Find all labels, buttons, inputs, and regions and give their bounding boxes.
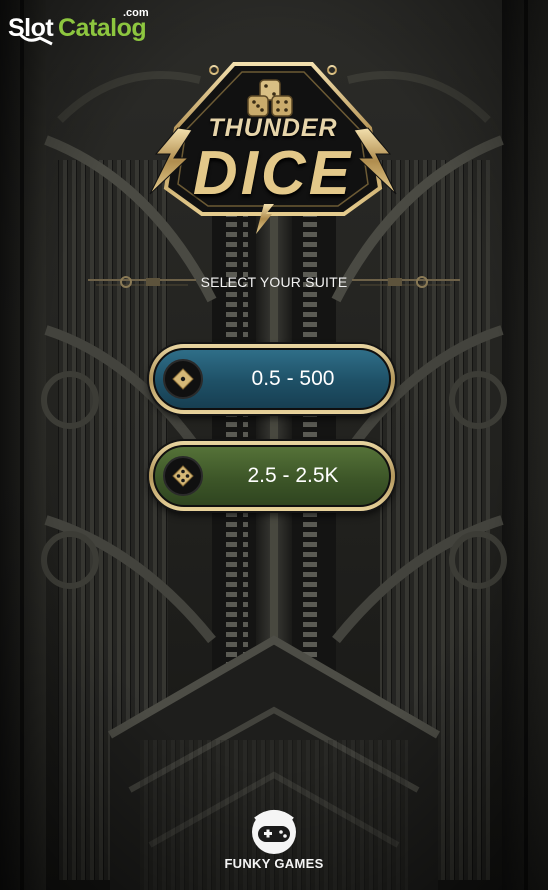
right-rod-ornament-icon: [352, 276, 460, 288]
suite-range-label: 0.5 - 500: [251, 367, 335, 390]
game-screen: Slot Catalog .com THUNDER DICE SELECT YO…: [0, 0, 548, 890]
watermark-com-text: .com: [123, 7, 149, 19]
suite-range-label: 2.5 - 2.5K: [247, 464, 339, 487]
thunder-dice-logo: THUNDER DICE: [148, 58, 398, 234]
logo-dice-text: DICE: [192, 139, 354, 208]
suite-chip: [163, 456, 203, 496]
suite-button-face: 2.5 - 2.5K: [153, 445, 391, 507]
gamepad-mascot-icon: [252, 810, 296, 854]
funky-games-text: FUNKY GAMES: [224, 856, 324, 871]
suite-button-face: 0.5 - 500: [153, 348, 391, 410]
die-four-pip-icon: [172, 465, 194, 487]
watermark-hook-icon: [18, 33, 53, 46]
funky-games-logo: FUNKY GAMES: [204, 808, 344, 878]
slotcatalog-watermark: Slot Catalog .com: [8, 7, 158, 46]
suite-button-2.5-2.5k[interactable]: 2.5 - 2.5K: [149, 441, 395, 511]
die-one-pip-icon: [172, 368, 194, 390]
suite-chip: [163, 359, 203, 399]
suite-button-0.5-500[interactable]: 0.5 - 500: [149, 344, 395, 414]
select-suite-heading: SELECT YOUR SUITE: [200, 274, 348, 290]
